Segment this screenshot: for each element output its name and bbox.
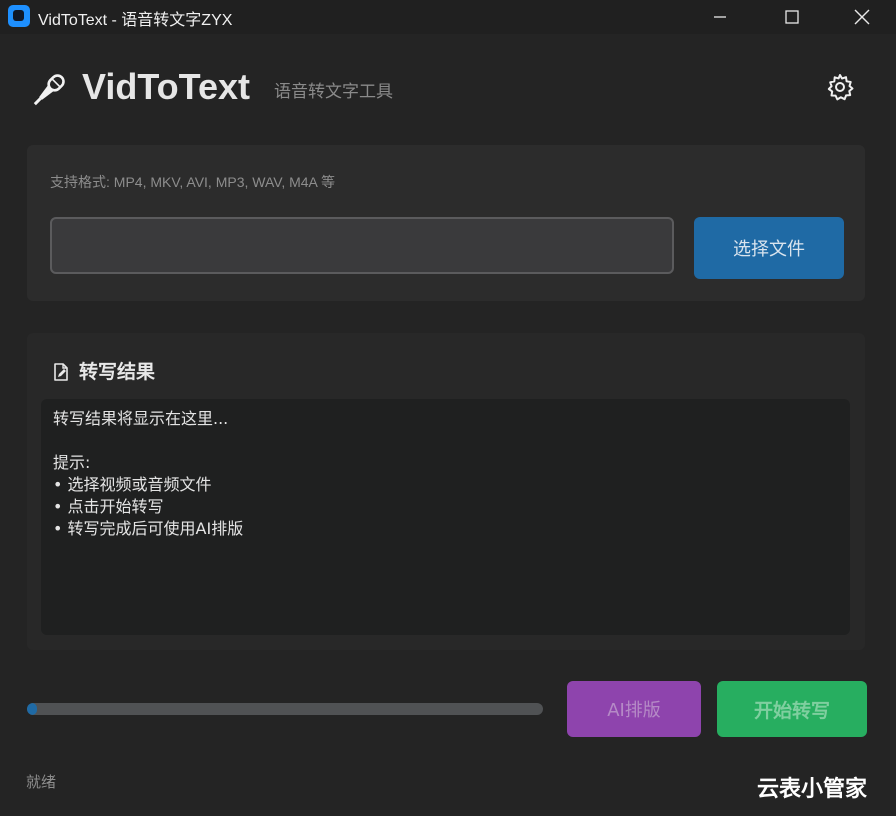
minimize-button[interactable]	[697, 0, 743, 34]
minimize-icon	[714, 16, 726, 18]
maximize-icon	[785, 10, 799, 24]
status-label: 就绪	[26, 773, 57, 791]
watermark-text: 云表小管家	[757, 777, 868, 802]
file-panel: 支持格式: MP4, MKV, AVI, MP3, WAV, M4A 等 选择文…	[27, 145, 865, 301]
close-icon	[854, 9, 870, 25]
start-transcribe-button[interactable]: 开始转写	[717, 681, 867, 737]
close-button[interactable]	[839, 0, 885, 34]
transcription-textbox[interactable]: 转写结果将显示在这里... 提示: • 选择视频或音频文件 • 点击开始转写 •…	[41, 399, 850, 635]
brand-subtitle: 语音转文字工具	[274, 82, 393, 102]
edit-document-icon	[54, 363, 68, 381]
result-title: 转写结果	[79, 361, 156, 383]
select-file-button[interactable]: 选择文件	[694, 217, 844, 279]
maximize-button[interactable]	[769, 0, 815, 34]
window-title: VidToText - 语音转文字ZYX	[38, 12, 233, 29]
ai-format-button[interactable]: AI排版	[567, 681, 701, 737]
microphone-icon	[33, 74, 65, 106]
result-panel: 转写结果 转写结果将显示在这里... 提示: • 选择视频或音频文件 • 点击开…	[27, 333, 865, 650]
app-icon	[8, 5, 30, 27]
title-bar[interactable]: VidToText - 语音转文字ZYX	[0, 0, 896, 34]
gear-icon[interactable]	[826, 73, 854, 101]
file-path-input[interactable]	[50, 217, 674, 274]
app-window: VidToText - 语音转文字ZYX VidToText 语音转文字工具 支…	[0, 0, 896, 816]
supported-formats-label: 支持格式: MP4, MKV, AVI, MP3, WAV, M4A 等	[50, 174, 336, 190]
progress-bar-fill	[27, 703, 38, 715]
brand-title: VidToText	[82, 66, 251, 107]
progress-bar	[27, 703, 543, 715]
